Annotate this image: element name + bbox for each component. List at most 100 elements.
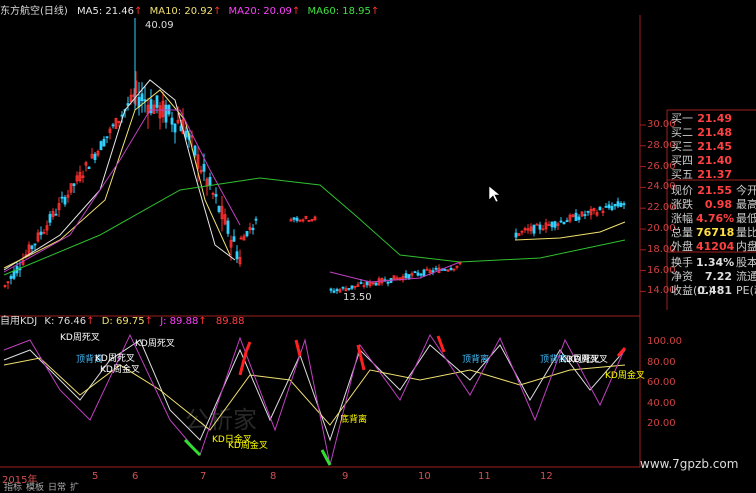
candle (51, 208, 55, 220)
kdj-extra-label: 89.88 (215, 316, 245, 327)
quote-row: 收益(二)0.481PE(动 (669, 284, 756, 298)
candle (568, 213, 572, 224)
quote-row: 涨跌 0.98 最高 (669, 198, 756, 212)
month-label: 7 (200, 471, 207, 482)
quote-label: 涨幅 (671, 212, 693, 225)
candle (84, 160, 88, 172)
candle (338, 288, 342, 293)
kdj-signal-label: 底背离 (340, 415, 368, 425)
candle (66, 189, 70, 203)
month-label: 8 (270, 471, 277, 482)
quote-value: 4.76% (696, 212, 735, 225)
month-label: 5 (92, 471, 99, 482)
candle (574, 209, 578, 222)
candle (211, 191, 215, 199)
kdj-k-label: K: 76.46 (44, 316, 87, 327)
candle (143, 85, 147, 113)
candle (307, 219, 311, 222)
candle (344, 285, 348, 292)
candle (526, 224, 530, 234)
quote-row: 现价 21.55 今开 (669, 184, 756, 198)
kdj-tick: 80.00 (647, 356, 676, 368)
candle (425, 266, 429, 271)
candle (535, 222, 539, 226)
candle (416, 269, 420, 277)
quote-row: 买二 21.48 (669, 126, 756, 140)
candle (220, 195, 224, 232)
candle (45, 220, 49, 236)
chart-title: 东方航空(日线) (0, 6, 68, 17)
site-watermark: www.7gpzb.com (640, 457, 739, 471)
candle (245, 231, 249, 238)
month-label: 9 (342, 471, 349, 482)
quote-row: 换手 1.34% 股本 (669, 256, 756, 270)
candle (541, 224, 545, 231)
quote-row: 买一 21.49 (669, 112, 756, 126)
candle (232, 229, 236, 242)
quote-value: 76718 (696, 226, 735, 239)
candle (619, 201, 623, 208)
candle (251, 224, 255, 235)
candle (547, 221, 551, 226)
candle (368, 279, 372, 288)
candle (610, 202, 614, 212)
quote-value: 21.45 (697, 140, 732, 153)
quote-value: 1.34% (696, 256, 735, 269)
candle (517, 233, 521, 237)
candle (39, 226, 43, 240)
candle (140, 82, 144, 113)
candle (75, 171, 79, 185)
low-price-label: 13.50 (343, 292, 372, 303)
kdj-tick: 20.00 (647, 418, 676, 429)
candle (289, 217, 293, 222)
candle (36, 229, 40, 243)
candle (12, 267, 16, 281)
candle (254, 216, 258, 225)
candle (42, 228, 46, 235)
quote-tail-label: 量比 (736, 226, 756, 239)
month-label: 12 (540, 471, 553, 482)
candle (155, 95, 159, 114)
quote-value: 21.55 (697, 184, 732, 197)
candle (48, 211, 52, 227)
candle (577, 214, 581, 223)
candle (622, 201, 626, 210)
candle (601, 208, 605, 217)
candle (586, 210, 590, 216)
kdj-title: 自用KDJ (0, 316, 38, 327)
candle (592, 207, 596, 215)
kdj-signal-label: KD周金叉 (228, 441, 268, 451)
kdj-j-label: J: 89.88 (160, 316, 199, 327)
quote-label: 买二 (671, 126, 693, 139)
candle (410, 271, 414, 279)
candle (449, 265, 453, 271)
candle (99, 140, 103, 151)
quote-label: 外盘 (671, 240, 693, 253)
quote-tail-label: PE(动 (736, 284, 756, 297)
candle (571, 213, 575, 218)
candle (335, 287, 339, 294)
ma5-label: MA5: 21.46 (77, 6, 135, 17)
quote-label: 买四 (671, 154, 693, 167)
ma60-label: MA60: 18.95 (307, 6, 371, 17)
kdj-signal-label: KD周金叉 (100, 365, 140, 375)
price-legend: 东方航空(日线) MA5: 21.46↑ MA10: 20.92↑ MA20: … (0, 6, 380, 17)
candle (9, 274, 13, 285)
candle (81, 170, 85, 183)
candle (529, 223, 533, 235)
candle (223, 208, 227, 226)
candle (114, 117, 118, 129)
chart-canvas[interactable] (0, 0, 756, 487)
candle (607, 200, 611, 210)
quote-value: 21.48 (697, 126, 732, 139)
quote-label: 总量 (671, 226, 693, 239)
ma5-line (3, 79, 236, 271)
candle (559, 217, 563, 224)
quote-label: 现价 (671, 184, 693, 197)
candle (392, 275, 396, 281)
candle (616, 197, 620, 209)
quote-tail-label: 今开 (736, 184, 756, 197)
candle (235, 245, 239, 263)
candle (550, 221, 554, 231)
candle (158, 102, 162, 130)
